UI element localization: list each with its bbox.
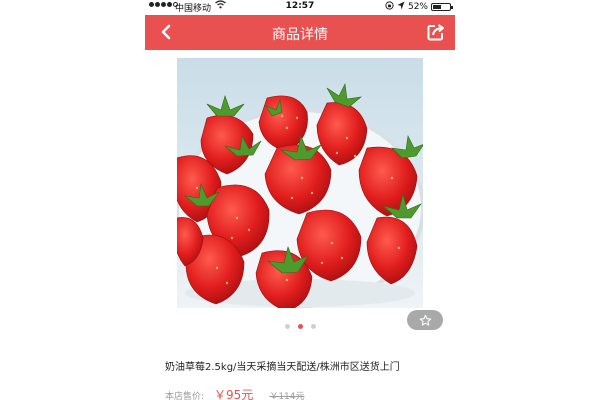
share-icon — [427, 24, 444, 41]
favorite-button[interactable] — [407, 310, 443, 330]
battery-icon — [431, 3, 453, 11]
battery-percent: 52% — [407, 2, 428, 12]
carousel-dot[interactable] — [284, 324, 290, 329]
current-price: ￥95元 — [214, 388, 254, 400]
product-image[interactable] — [177, 58, 423, 308]
app-header: 商品详情 — [145, 15, 455, 50]
price-row: 本店售价: ￥95元 ￥114元 — [165, 386, 305, 400]
original-price: ￥114元 — [269, 392, 305, 400]
status-bar: 中国移动 12:57 52% — [145, 0, 455, 15]
carousel-dot[interactable] — [310, 324, 316, 329]
product-title: 奶油草莓2.5kg/当天采摘当天配送/株洲市区送货上门 — [165, 362, 400, 373]
carousel-dot-active[interactable] — [297, 324, 303, 329]
star-outline-icon — [419, 314, 431, 326]
location-icon — [397, 1, 405, 13]
price-label: 本店售价: — [165, 392, 205, 400]
page-title: 商品详情 — [272, 27, 328, 43]
lock-rotation-icon — [385, 1, 394, 13]
share-button[interactable] — [427, 23, 445, 41]
phone-screen: 中国移动 12:57 52% 商品详情 奶油草莓2.5kg/当天采摘当天配送/株… — [145, 0, 455, 400]
